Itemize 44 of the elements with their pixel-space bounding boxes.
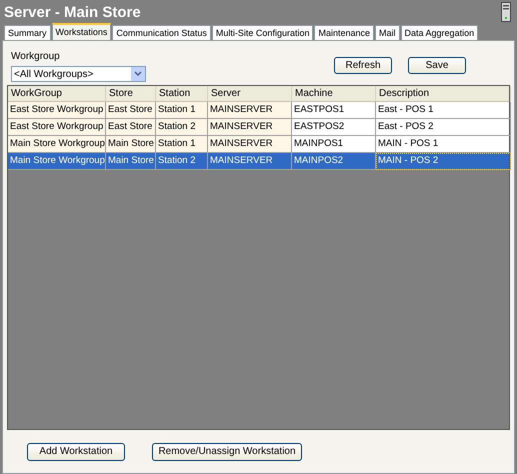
tab[interactable]: Data Aggregation (400, 25, 478, 40)
table-cell: Main Store Workgroup (8, 153, 106, 170)
caret-icon (131, 67, 145, 81)
table-cell: Station 2 (156, 119, 208, 136)
action-button[interactable]: Remove/Unassign Workstation (152, 443, 302, 461)
tab[interactable]: Maintenance (314, 25, 374, 40)
table-cell: Main Store (106, 153, 156, 170)
column-header[interactable]: Station (156, 86, 208, 101)
table-row[interactable]: Main Store Workgroup Main Store Station 1 MAINSERVER MAINPOS1 MAIN - POS 1 (8, 136, 509, 153)
tab[interactable]: Workstations (52, 23, 112, 40)
table-cell: MAINSERVER (208, 153, 292, 170)
server-icon (501, 2, 511, 22)
table-row[interactable]: East Store Workgroup East Store Station 2 MAINSERVER EASTPOS2 East - POS 2 (8, 119, 509, 136)
table-row[interactable]: East Store Workgroup East Store Station 1 MAINSERVER EASTPOS1 East - POS 1 (8, 102, 509, 119)
table-cell: MAINPOS2 (292, 153, 376, 170)
table-cell: East Store (106, 119, 156, 136)
table-cell: MAINSERVER (208, 102, 292, 119)
table-cell: MAINSERVER (208, 119, 292, 136)
tab[interactable]: Mail (375, 25, 400, 40)
workgroup-label: Workgroup (11, 50, 61, 64)
column-header[interactable]: Store (106, 86, 156, 101)
table-cell: Station 1 (156, 136, 208, 153)
table-cell: East Store Workgroup (8, 102, 106, 119)
column-header[interactable]: Description (376, 86, 511, 101)
toolbar-button[interactable]: Save (408, 57, 466, 74)
column-header[interactable]: Machine (292, 86, 376, 101)
window-title: Server - Main Store (4, 4, 141, 20)
tab[interactable]: Communication Status (112, 25, 211, 40)
table-row[interactable]: Main Store Workgroup Main Store Station 2 MAINSERVER MAINPOS2 MAIN - POS 2 (8, 153, 509, 170)
column-header[interactable]: Server (208, 86, 292, 101)
table-cell: MAINSERVER (208, 136, 292, 153)
table-cell: East Store Workgroup (8, 119, 106, 136)
tab[interactable]: Multi-Site Configuration (212, 25, 314, 40)
table-cell: MAIN - POS 2 (376, 153, 511, 170)
action-button[interactable]: Add Workstation (27, 443, 125, 461)
workgroup-dropdown[interactable]: <All Workgroups> (11, 66, 146, 82)
table-cell: Main Store Workgroup (8, 136, 106, 153)
table-cell: East Store (106, 102, 156, 119)
table-cell: Main Store (106, 136, 156, 153)
tab[interactable]: Summary (4, 25, 51, 40)
table-cell: Station 1 (156, 102, 208, 119)
toolbar-button[interactable]: Refresh (334, 57, 392, 74)
table-cell: Station 2 (156, 153, 208, 170)
column-header[interactable]: WorkGroup (8, 86, 106, 101)
